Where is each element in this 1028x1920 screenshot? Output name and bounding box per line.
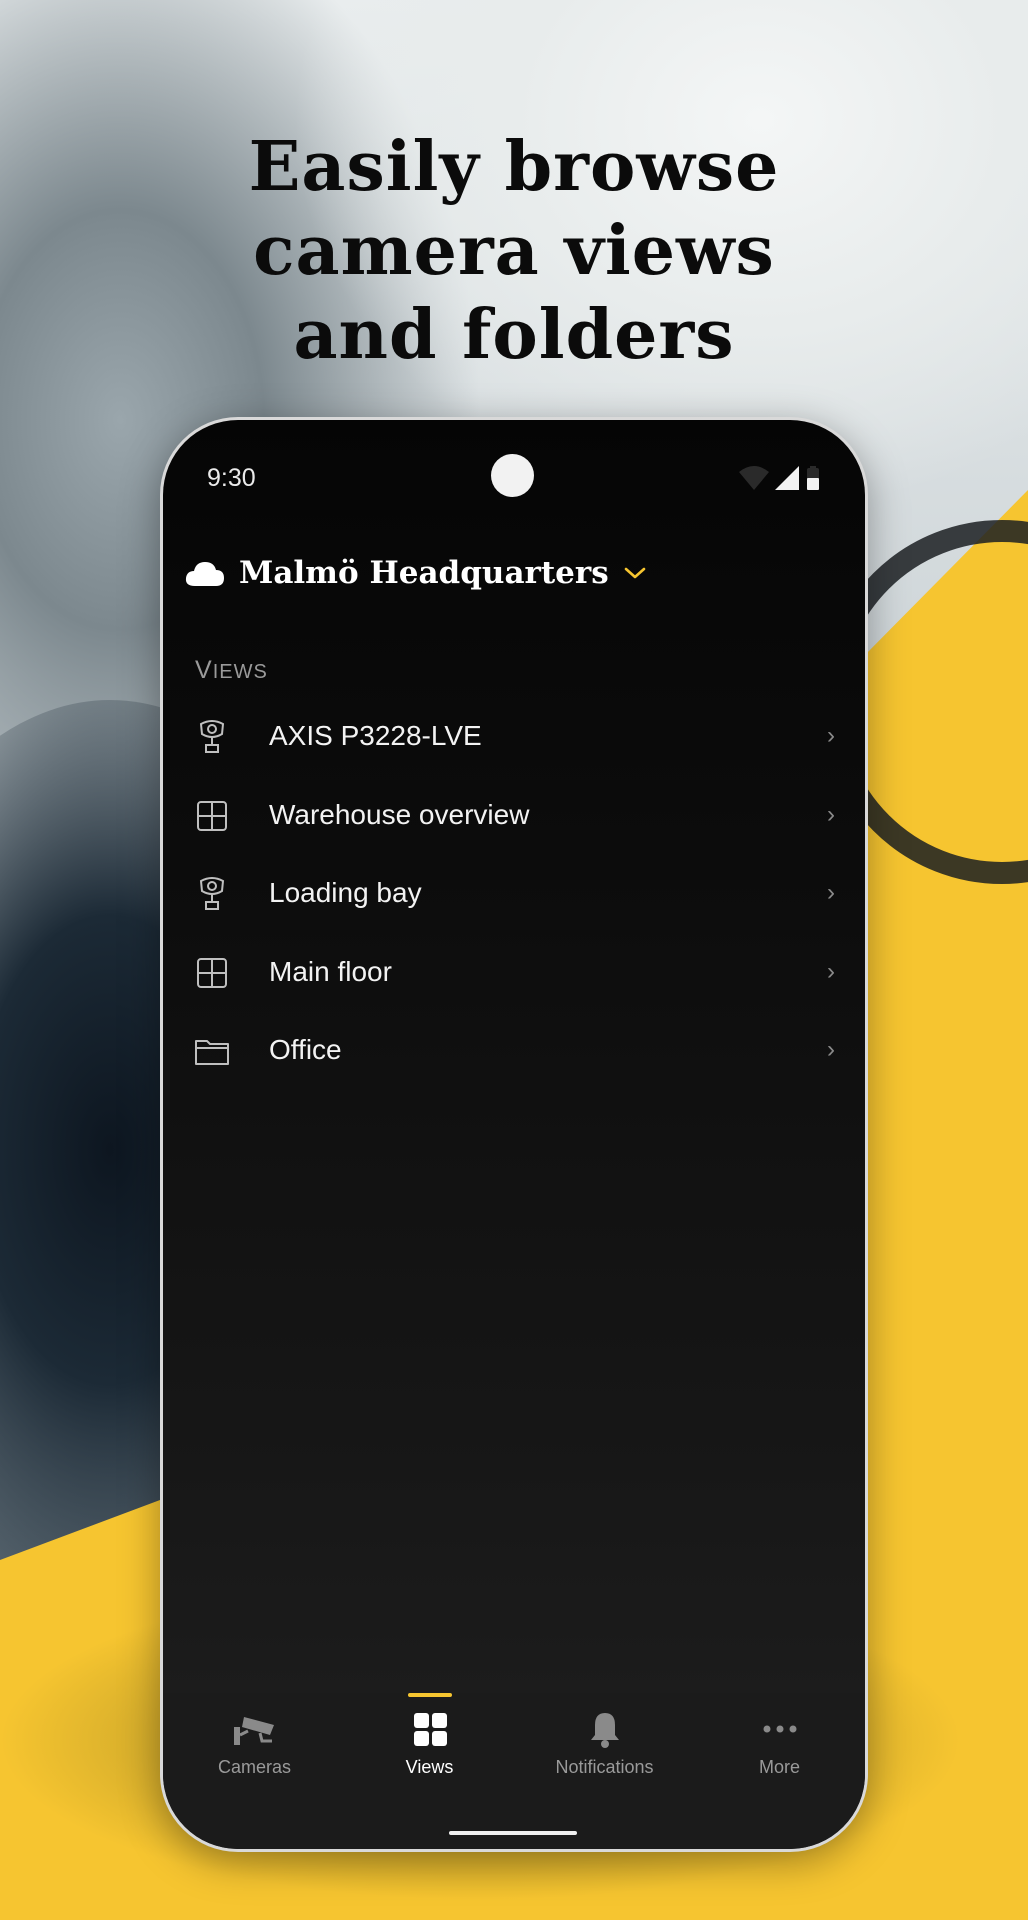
tab-views[interactable]: Views [342,1693,517,1813]
more-dots-icon [763,1725,796,1733]
security-camera-icon [233,1717,274,1745]
site-selector[interactable]: Malmö Headquarters [185,555,647,591]
chevron-right-icon: › [827,1036,835,1063]
tab-notifications[interactable]: Notifications [517,1693,692,1813]
cell-signal-icon [775,466,799,490]
status-time: 9:30 [207,464,256,492]
list-item-label: Office [269,1034,342,1065]
list-item-label: Main floor [269,955,392,987]
tab-label: Views [405,1757,454,1777]
list-item-office[interactable]: Office › [163,1012,865,1091]
grid-view-icon [197,957,227,988]
tab-cameras[interactable]: Cameras [167,1693,342,1813]
list-item-label: Warehouse overview [269,798,530,830]
headline-line-1: Easily browse [248,127,780,207]
list-item-loading-bay[interactable]: Loading bay › [163,855,865,934]
home-indicator[interactable] [449,1831,577,1835]
active-tab-indicator [407,1693,452,1697]
wifi-icon [739,466,769,490]
views-list: AXIS P3228-LVE › Warehouse overview › Lo… [163,698,865,1091]
camera-icon [199,720,225,753]
folder-icon [195,1040,229,1065]
chevron-right-icon: › [827,722,835,749]
list-item-main-floor[interactable]: Main floor › [163,934,865,1013]
tab-label: Notifications [555,1757,654,1777]
chevron-right-icon: › [827,800,835,828]
views-section-label: VIEWS [195,656,268,684]
bottom-tab-bar: Cameras Views Notifications More [163,1693,865,1849]
chevron-right-icon: › [827,957,835,985]
headline-line-3: and folders [293,295,735,375]
cloud-icon [185,562,224,586]
tab-label: Cameras [217,1757,292,1777]
status-bar: 9:30 [163,420,865,500]
camera-icon [199,877,225,910]
list-item-label: AXIS P3228-LVE [269,720,482,751]
views-grid-icon [413,1713,447,1746]
system-icons [739,466,821,490]
headline-line-2: camera views [253,211,775,291]
promo-headline: Easily browse camera views and folders [0,125,1028,377]
tab-more[interactable]: More [692,1693,865,1813]
phone-frame: 9:30 Malmö Headquarters VIEWS AXIS P3228… [160,417,868,1852]
list-item-label: Loading bay [269,877,422,908]
list-item-axis-p3228-lve[interactable]: AXIS P3228-LVE › [163,698,865,777]
bell-icon [590,1713,619,1748]
phone-screen: 9:30 Malmö Headquarters VIEWS AXIS P3228… [163,420,865,1849]
chevron-down-icon [624,567,645,579]
list-item-warehouse-overview[interactable]: Warehouse overview › [163,777,865,856]
front-camera-cutout [491,454,534,497]
tab-label: More [758,1757,800,1777]
grid-view-icon [197,800,227,831]
site-name: Malmö Headquarters [239,555,609,591]
chevron-right-icon: › [827,879,835,906]
battery-icon [807,466,819,490]
